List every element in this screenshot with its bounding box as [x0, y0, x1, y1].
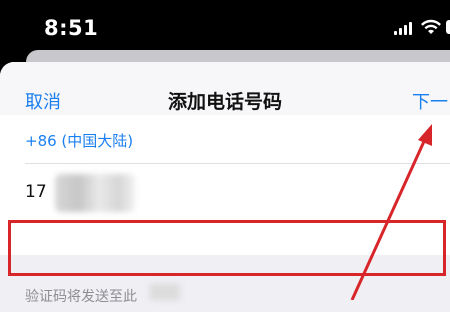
- battery-icon: [446, 20, 450, 34]
- status-bar: 8:51: [0, 0, 450, 52]
- cellular-signal-icon: [394, 21, 414, 35]
- page-title: 添加电话号码: [167, 91, 282, 113]
- redacted-hint: [150, 284, 180, 300]
- country-code-selector[interactable]: +86 (中国大陆): [25, 130, 133, 151]
- status-time: 8:51: [44, 16, 99, 40]
- divider: [25, 163, 450, 164]
- redacted-phone-digits: [55, 174, 135, 212]
- phone-number-input[interactable]: 17: [25, 182, 47, 202]
- wifi-icon: [421, 19, 441, 34]
- hint-text: 验证码将发送至此: [25, 289, 137, 305]
- next-button[interactable]: 下一: [412, 88, 448, 114]
